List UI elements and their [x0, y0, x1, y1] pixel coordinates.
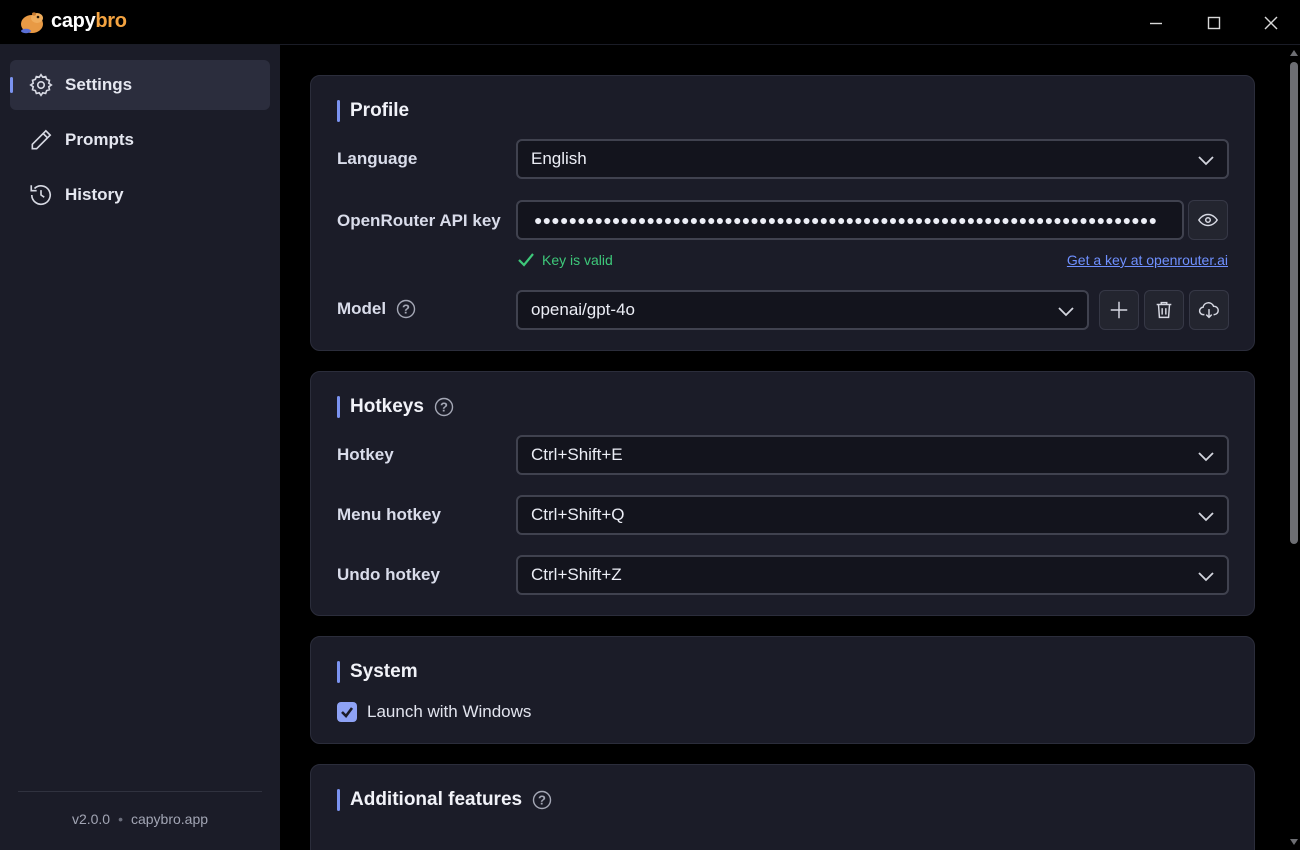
system-section-title: System [337, 661, 418, 683]
close-button[interactable] [1243, 0, 1299, 45]
hotkeys-section-title: Hotkeys ? [337, 396, 454, 418]
title-bar: capybro [0, 0, 1300, 45]
sidebar-item-history[interactable]: History [10, 170, 270, 220]
plus-icon [1110, 301, 1128, 319]
scroll-down-icon [1290, 839, 1298, 845]
download-models-button[interactable] [1189, 290, 1229, 330]
menu-hotkey-label: Menu hotkey [337, 505, 441, 524]
model-label: Model ? [337, 299, 416, 319]
language-select[interactable]: English [516, 139, 1229, 179]
chevron-down-icon [1058, 307, 1074, 317]
capybara-logo-icon [21, 12, 43, 34]
cloud-download-icon [1198, 302, 1219, 319]
undo-hotkey-select[interactable]: Ctrl+Shift+Z [516, 555, 1229, 595]
scroll-down-arrow[interactable] [1288, 836, 1300, 848]
key-valid-status: Key is valid [517, 251, 613, 269]
api-key-masked-value: ●●●●●●●●●●●●●●●●●●●●●●●●●●●●●●●●●●●●●●●●… [534, 212, 1158, 228]
launch-with-windows-option[interactable]: Launch with Windows [337, 702, 531, 722]
svg-text:?: ? [402, 302, 410, 317]
sidebar-item-label: History [65, 185, 124, 204]
chevron-down-icon [1198, 156, 1214, 166]
section-accent-bar [337, 396, 340, 418]
settings-content: Profile Language English OpenRouter API … [280, 45, 1300, 850]
help-icon[interactable]: ? [434, 397, 454, 417]
footer-separator: • [118, 811, 123, 827]
app-logo: capybro [18, 8, 127, 35]
section-accent-bar [337, 789, 340, 811]
profile-section-title: Profile [337, 100, 409, 122]
checkmark-icon [341, 707, 354, 718]
hotkeys-card: Hotkeys ? Hotkey Ctrl+Shift+E Menu hotke… [310, 371, 1255, 616]
trash-icon [1156, 301, 1172, 319]
toggle-key-visibility-button[interactable] [1188, 200, 1228, 240]
help-icon[interactable]: ? [396, 299, 416, 319]
maximize-icon [1207, 16, 1221, 29]
sidebar: Settings Prompts History v2.0.0 • capybro.… [0, 45, 280, 850]
launch-with-windows-label: Launch with Windows [367, 702, 532, 721]
language-value: English [531, 149, 587, 168]
eye-icon [1197, 213, 1219, 227]
model-value: openai/gpt-4o [531, 300, 635, 319]
scroll-up-icon [1290, 50, 1298, 56]
sidebar-divider [18, 791, 262, 792]
sidebar-item-prompts[interactable]: Prompts [10, 115, 270, 165]
pen-icon [31, 129, 52, 150]
close-icon [1264, 16, 1278, 29]
hotkey-label: Hotkey [337, 445, 394, 464]
sidebar-item-label: Settings [65, 75, 133, 94]
api-key-label: OpenRouter API key [337, 211, 501, 230]
history-icon [30, 185, 52, 206]
app-version: v2.0.0 [71, 811, 111, 827]
model-select[interactable]: openai/gpt-4o [516, 290, 1089, 330]
section-accent-bar [337, 100, 340, 122]
maximize-button[interactable] [1186, 0, 1242, 45]
scroll-up-arrow[interactable] [1288, 47, 1300, 59]
additional-features-card: Additional features ? [310, 764, 1255, 850]
chevron-down-icon [1198, 452, 1214, 462]
svg-text:?: ? [440, 400, 448, 415]
section-accent-bar [337, 661, 340, 683]
sidebar-item-settings[interactable]: Settings [10, 60, 270, 110]
undo-hotkey-value: Ctrl+Shift+Z [531, 565, 622, 584]
app-name: capybro [51, 10, 127, 32]
key-status-text: Key is valid [542, 252, 613, 268]
launch-with-windows-checkbox[interactable] [337, 702, 357, 722]
add-model-button[interactable] [1099, 290, 1139, 330]
undo-hotkey-label: Undo hotkey [337, 565, 440, 584]
language-label: Language [337, 149, 418, 168]
help-icon[interactable]: ? [532, 790, 552, 810]
additional-features-section-title: Additional features ? [337, 789, 552, 811]
api-key-input[interactable]: ●●●●●●●●●●●●●●●●●●●●●●●●●●●●●●●●●●●●●●●●… [516, 200, 1184, 240]
profile-card: Profile Language English OpenRouter API … [310, 75, 1255, 351]
sidebar-footer: v2.0.0 • capybro.app [0, 811, 280, 827]
check-icon [518, 253, 534, 267]
get-key-link[interactable]: Get a key at openrouter.ai [1067, 252, 1228, 268]
svg-text:?: ? [538, 793, 546, 808]
model-label-text: Model [337, 299, 387, 318]
scrollbar-thumb[interactable] [1290, 62, 1298, 544]
menu-hotkey-select[interactable]: Ctrl+Shift+Q [516, 495, 1229, 535]
minimize-icon [1150, 22, 1162, 24]
website-link[interactable]: capybro.app [131, 811, 208, 827]
menu-hotkey-value: Ctrl+Shift+Q [531, 505, 625, 524]
chevron-down-icon [1198, 512, 1214, 522]
sidebar-item-label: Prompts [65, 130, 134, 149]
gear-icon [29, 73, 53, 97]
minimize-button[interactable] [1128, 0, 1184, 45]
delete-model-button[interactable] [1144, 290, 1184, 330]
system-card: System Launch with Windows [310, 636, 1255, 744]
chevron-down-icon [1198, 572, 1214, 582]
hotkey-value: Ctrl+Shift+E [531, 445, 623, 464]
hotkey-select[interactable]: Ctrl+Shift+E [516, 435, 1229, 475]
